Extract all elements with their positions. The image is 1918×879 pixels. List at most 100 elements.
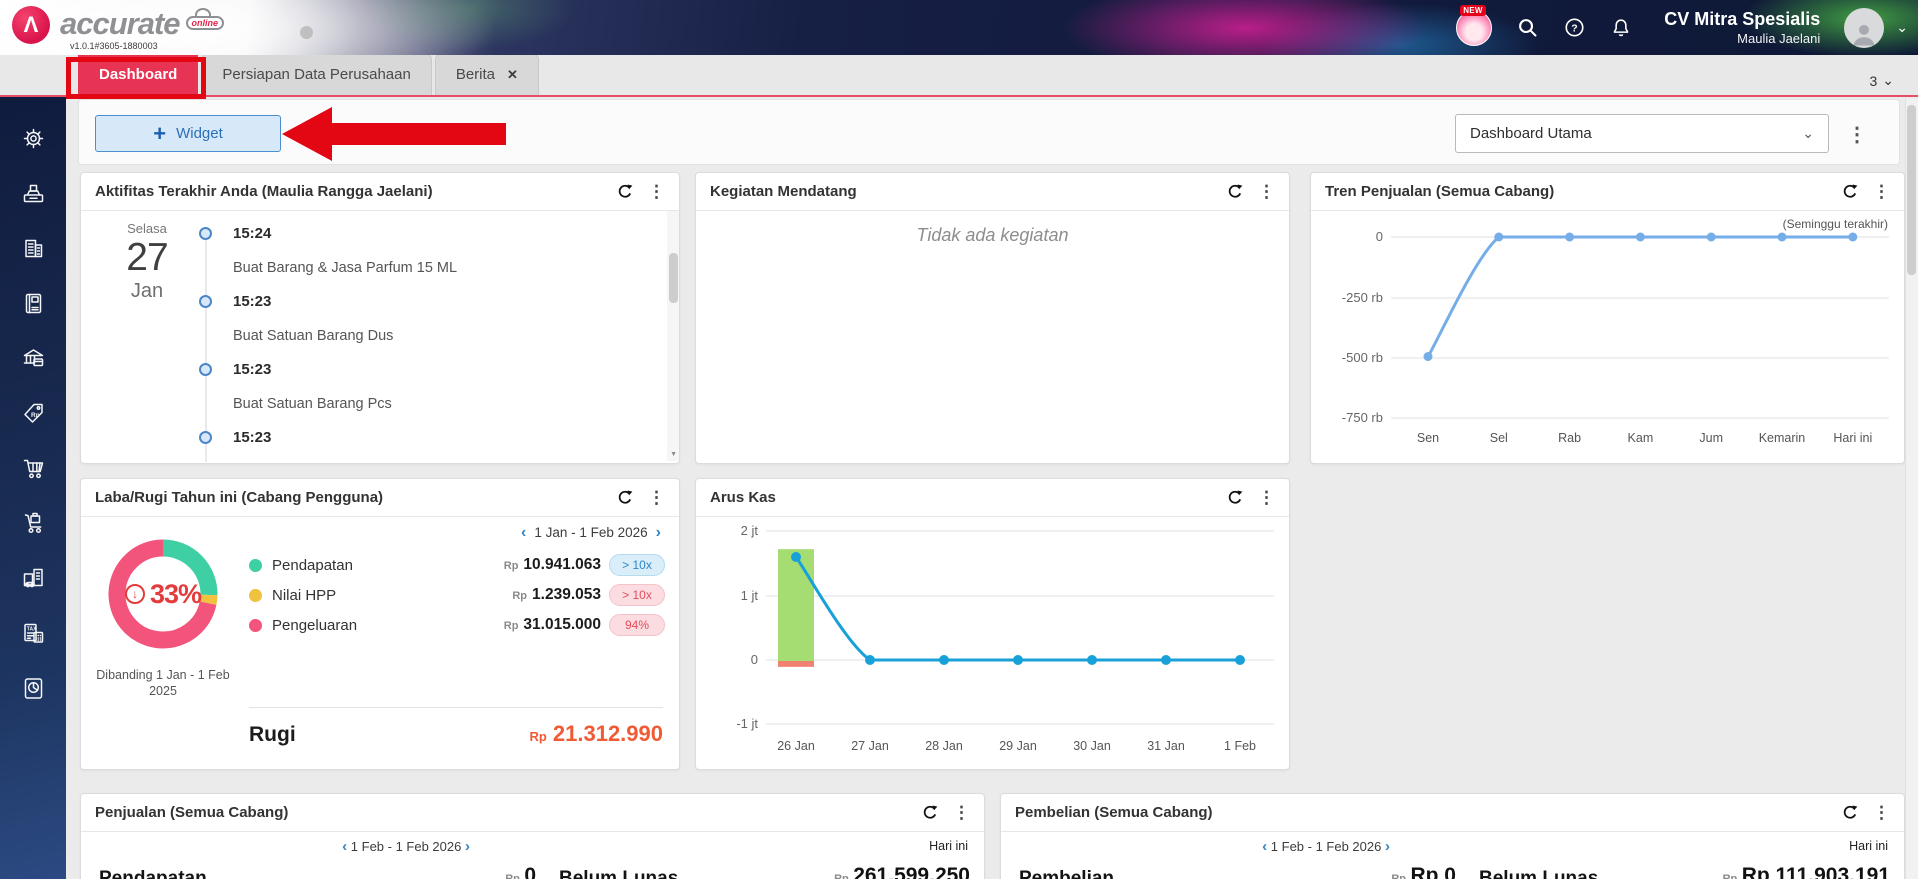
tab-bar: Dashboard Persiapan Data Perusahaan Beri…	[0, 53, 1918, 97]
svg-text:30 Jan: 30 Jan	[1073, 739, 1111, 753]
timeline-dot-icon	[199, 227, 212, 240]
cash-flow-chart: 2 jt 1 jt 0 -1 jt 26 Jan 27 Jan 28 Jan 29 Jan 30…	[736, 523, 1274, 753]
kebab-menu-icon[interactable]: ⋮	[953, 804, 970, 821]
svg-text:31 Jan: 31 Jan	[1147, 739, 1185, 753]
scrollbar-thumb[interactable]	[1907, 105, 1916, 275]
user-name: Maulia Jaelani	[1737, 30, 1821, 46]
trend-down-icon: ↓	[124, 584, 145, 604]
svg-text:-750 rb: -750 rb	[1342, 410, 1383, 425]
kebab-menu-icon[interactable]: ⋮	[1873, 183, 1890, 200]
settings-gear-icon[interactable]	[20, 125, 47, 152]
price-tag-rp-icon[interactable]: Rp	[20, 400, 47, 427]
notifications-bell-icon[interactable]	[1610, 17, 1632, 39]
dashboard-toolbar: + Widget Dashboard Utama ⌄ ⋮	[78, 99, 1900, 165]
decorative-dot	[300, 26, 313, 39]
metrics-row: Pendapatan Rp 0 Belum Lunas Rp 261.599.2…	[81, 864, 984, 879]
scrollbar-thumb[interactable]	[669, 253, 678, 303]
prev-period-icon[interactable]: ‹	[1262, 838, 1267, 855]
svg-text:Rab: Rab	[1558, 431, 1581, 445]
next-period-icon[interactable]: ›	[656, 525, 661, 541]
tab-persiapan-data-perusahaan[interactable]: Persiapan Data Perusahaan	[201, 53, 432, 95]
period-navigator: ‹ 1 Feb - 1 Feb 2026 ›	[81, 838, 731, 855]
widget-upcoming-events: Kegiatan Mendatang ⋮ Tidak ada kegiatan	[695, 172, 1290, 464]
next-period-icon[interactable]: ›	[1385, 838, 1390, 855]
metric-value: Rp 111.903.191	[1741, 864, 1890, 879]
bank-icon[interactable]	[20, 345, 47, 372]
prev-period-icon[interactable]: ‹	[342, 838, 347, 855]
search-icon[interactable]	[1516, 16, 1539, 39]
tab-overflow-menu[interactable]: 3 ⌄	[1869, 72, 1894, 89]
svg-text:-250 rb: -250 rb	[1342, 290, 1383, 305]
refresh-icon[interactable]	[1841, 804, 1859, 822]
prev-period-icon[interactable]: ‹	[521, 525, 526, 541]
svg-text:?: ?	[1571, 22, 1577, 34]
tab-berita[interactable]: Berita ✕	[434, 53, 539, 95]
widget-cash-flow: Arus Kas ⋮ 2 jt 1 jt 0 -1 jt 26 Jan 27 Jan 28 …	[695, 478, 1290, 770]
assistant-avatar[interactable]: NEW	[1456, 4, 1493, 46]
refresh-icon[interactable]	[616, 183, 634, 201]
metric-label: Belum Lunas	[559, 868, 679, 879]
company-buildings-icon[interactable]	[20, 235, 47, 262]
widget-title: Penjualan (Semua Cabang)	[95, 804, 289, 821]
next-period-icon[interactable]: ›	[465, 838, 470, 855]
chevron-down-icon: ⌄	[1882, 72, 1894, 88]
chevron-down-icon: ⌄	[1802, 125, 1814, 141]
legend-row-hpp: Nilai HPP Rp 1.239.053 > 10x	[249, 583, 665, 607]
widget-title: Aktifitas Terakhir Anda (Maulia Rangga J…	[95, 183, 433, 200]
reports-pie-icon[interactable]	[20, 675, 47, 702]
metric-label: Pendapatan	[99, 868, 207, 879]
fixed-assets-icon[interactable]	[20, 565, 47, 592]
svg-text:29 Jan: 29 Jan	[999, 739, 1037, 753]
help-icon[interactable]: ?	[1563, 16, 1586, 39]
svg-text:1 jt: 1 jt	[741, 588, 759, 603]
period-label: 1 Feb - 1 Feb 2026	[350, 839, 462, 854]
svg-text:2 jt: 2 jt	[741, 523, 759, 538]
user-avatar[interactable]	[1844, 7, 1885, 48]
inventory-trolley-icon[interactable]	[20, 510, 47, 537]
page-scrollbar[interactable]	[1905, 99, 1918, 879]
cash-register-icon[interactable]	[20, 180, 47, 207]
add-widget-button[interactable]: + Widget	[95, 115, 281, 152]
widget-title: Kegiatan Mendatang	[710, 183, 857, 200]
result-label: Rugi	[249, 723, 296, 746]
company-name: CV Mitra Spesialis	[1664, 9, 1821, 30]
kebab-menu-icon[interactable]: ⋮	[1873, 804, 1890, 821]
accurate-logo-icon: Λ	[12, 6, 50, 44]
dashboard-select[interactable]: Dashboard Utama ⌄	[1455, 114, 1829, 153]
comparison-caption: Dibanding 1 Jan - 1 Feb 2025	[96, 668, 230, 698]
kebab-menu-icon[interactable]: ⋮	[1258, 183, 1275, 200]
widget-recent-activity: Aktifitas Terakhir Anda (Maulia Rangga J…	[80, 172, 680, 464]
shopping-cart-icon[interactable]	[20, 455, 47, 482]
tab-dashboard[interactable]: Dashboard	[78, 53, 199, 95]
svg-text:Sen: Sen	[1417, 431, 1439, 445]
account-info[interactable]: CV Mitra Spesialis Maulia Jaelani	[1664, 8, 1820, 47]
refresh-icon[interactable]	[616, 489, 634, 507]
ledger-book-icon[interactable]	[20, 290, 47, 317]
refresh-icon[interactable]	[921, 804, 939, 822]
tax-document-icon[interactable]: TAX	[20, 620, 47, 647]
account-chevron-down-icon[interactable]: ⌄	[1896, 19, 1908, 36]
widget-scrollbar[interactable]: ▼	[667, 211, 679, 461]
refresh-icon[interactable]	[1226, 489, 1244, 507]
svg-text:TAX: TAX	[26, 627, 36, 633]
refresh-icon[interactable]	[1226, 183, 1244, 201]
kebab-menu-icon[interactable]: ⋮	[1258, 489, 1275, 506]
refresh-icon[interactable]	[1841, 183, 1859, 201]
kebab-menu-icon[interactable]: ⋮	[648, 183, 665, 200]
svg-text:Kam: Kam	[1628, 431, 1654, 445]
growth-badge: > 10x	[609, 554, 665, 576]
period-label: 1 Jan - 1 Feb 2026	[534, 525, 648, 540]
svg-text:-500 rb: -500 rb	[1342, 350, 1383, 365]
timeline-dot-icon	[199, 295, 212, 308]
close-tab-icon[interactable]: ✕	[507, 67, 518, 83]
toolbar-kebab-menu[interactable]: ⋮	[1847, 122, 1867, 147]
kebab-menu-icon[interactable]: ⋮	[648, 489, 665, 506]
app-logo[interactable]: Λ accurate online	[12, 4, 226, 44]
sales-trend-chart: 0 -250 rb -500 rb -750 rb Sen Sel Rab Kam Jum Kem…	[1342, 229, 1889, 445]
result-value: 21.312.990	[552, 721, 663, 746]
period-tag: Hari ini	[929, 839, 968, 853]
period-navigator: ‹ 1 Jan - 1 Feb 2026 ›	[521, 525, 661, 541]
divider	[249, 707, 663, 708]
scrollbar-down-icon[interactable]: ▼	[670, 451, 677, 458]
activity-timeline: Selasa 27 Jan 15:24 Buat Barang & Jasa P…	[95, 211, 665, 462]
